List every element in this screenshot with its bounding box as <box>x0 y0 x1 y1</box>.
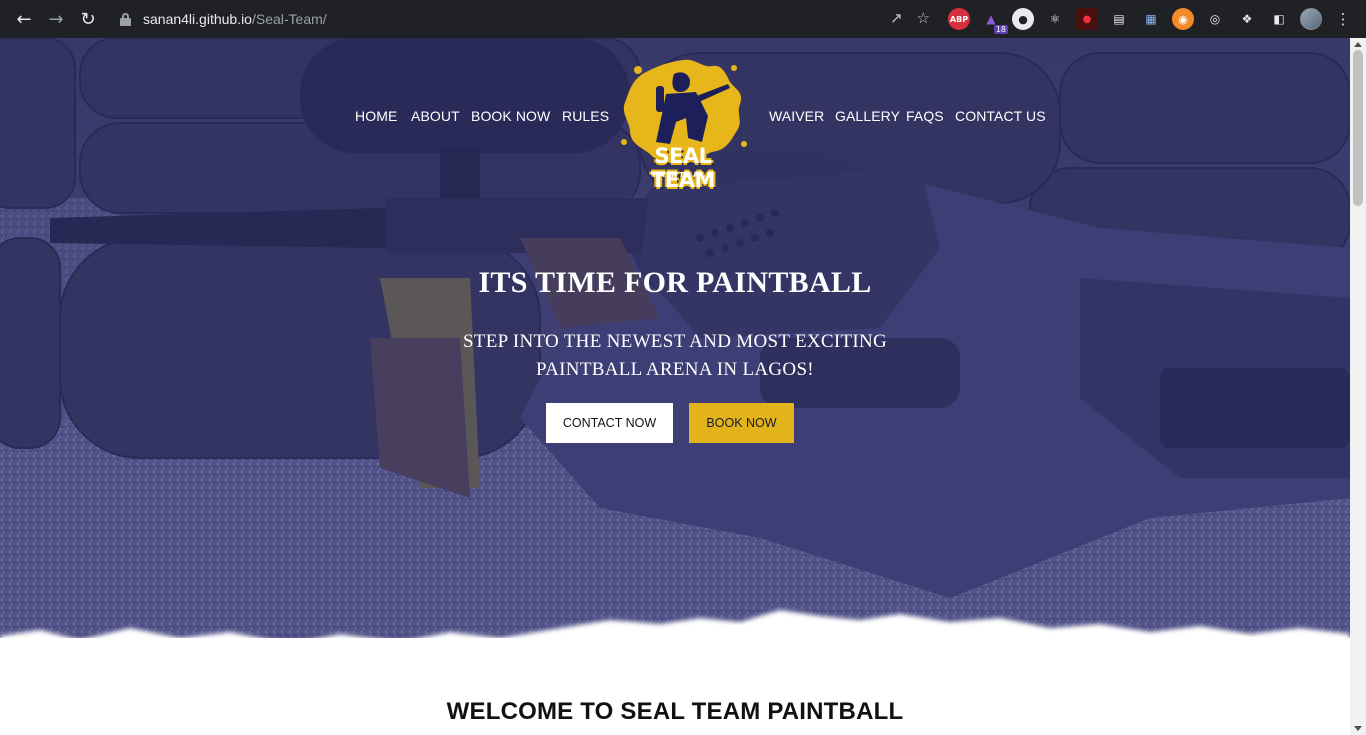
nav-home[interactable]: HOME <box>355 108 397 124</box>
extensions-puzzle-icon[interactable]: ❖ <box>1236 8 1258 30</box>
bookmark-star-icon[interactable]: ☆ <box>917 9 930 27</box>
contact-now-button[interactable]: CONTACT NOW <box>546 403 673 443</box>
url-text[interactable]: sanan4li.github.io/Seal-Team/ <box>143 11 327 27</box>
nav-book-now[interactable]: BOOK NOW <box>471 108 550 124</box>
document-extension-icon[interactable]: ▤ <box>1108 8 1130 30</box>
url-path: /Seal-Team/ <box>251 11 327 27</box>
seal-team-logo[interactable]: SEAL TEAM PAINTBALL <box>616 56 750 192</box>
scroll-up-arrow-icon[interactable] <box>1354 42 1362 47</box>
globe-extension-icon[interactable]: ● <box>1012 8 1034 30</box>
graduation-cap-extension-icon[interactable]: ▲ 18 <box>980 8 1008 34</box>
adblock-extension-icon[interactable]: ABP <box>948 8 970 30</box>
puzzle-blue-extension-icon[interactable]: ▦ <box>1140 8 1162 30</box>
browser-toolbar: ← → ↻ sanan4li.github.io/Seal-Team/ ↗ ☆ … <box>0 0 1366 38</box>
nav-gallery[interactable]: GALLERY <box>835 108 900 124</box>
book-now-button[interactable]: BOOK NOW <box>689 403 794 443</box>
logo-title: SEAL TEAM <box>651 144 715 192</box>
nav-faqs[interactable]: FAQS <box>906 108 944 124</box>
hero-title: ITS TIME FOR PAINTBALL <box>478 266 872 299</box>
world-extension-icon[interactable]: ◎ <box>1204 8 1226 30</box>
nav-rules[interactable]: RULES <box>562 108 609 124</box>
forward-arrow-icon[interactable]: → <box>40 3 72 35</box>
profile-avatar[interactable] <box>1300 8 1322 30</box>
url-domain: sanan4li.github.io <box>143 11 252 27</box>
side-panel-icon[interactable]: ◧ <box>1268 8 1290 30</box>
scrollbar-thumb[interactable] <box>1353 50 1363 206</box>
torn-paper-divider <box>0 610 1350 668</box>
nav-contact-us[interactable]: CONTACT US <box>955 108 1046 124</box>
page: HOME ABOUT BOOK NOW RULES WAIVER GALLERY… <box>0 38 1350 735</box>
scroll-down-arrow-icon[interactable] <box>1354 726 1362 731</box>
vertical-scrollbar[interactable] <box>1350 38 1366 735</box>
hero-subtitle: STEP INTO THE NEWEST AND MOST EXCITING P… <box>462 331 888 380</box>
welcome-heading: WELCOME TO SEAL TEAM PAINTBALL <box>446 698 904 725</box>
nav-about[interactable]: ABOUT <box>411 108 460 124</box>
rss-extension-icon[interactable]: ◉ <box>1172 8 1194 30</box>
kebab-menu-icon[interactable]: ⋮ <box>1332 8 1354 30</box>
extension-badge-count: 18 <box>993 25 1008 34</box>
red-extension-icon[interactable]: ● <box>1076 8 1098 30</box>
share-icon[interactable]: ↗ <box>890 9 903 27</box>
address-bar[interactable]: sanan4li.github.io/Seal-Team/ ↗ ☆ <box>110 5 938 33</box>
nav-waiver[interactable]: WAIVER <box>769 108 824 124</box>
reload-icon[interactable]: ↻ <box>72 3 104 35</box>
back-arrow-icon[interactable]: ← <box>8 3 40 35</box>
logo-subtitle: PAINTBALL <box>652 171 714 179</box>
lock-icon[interactable] <box>120 12 131 26</box>
react-devtools-icon[interactable]: ⚛ <box>1044 8 1066 30</box>
hero-section: HOME ABOUT BOOK NOW RULES WAIVER GALLERY… <box>0 38 1350 638</box>
